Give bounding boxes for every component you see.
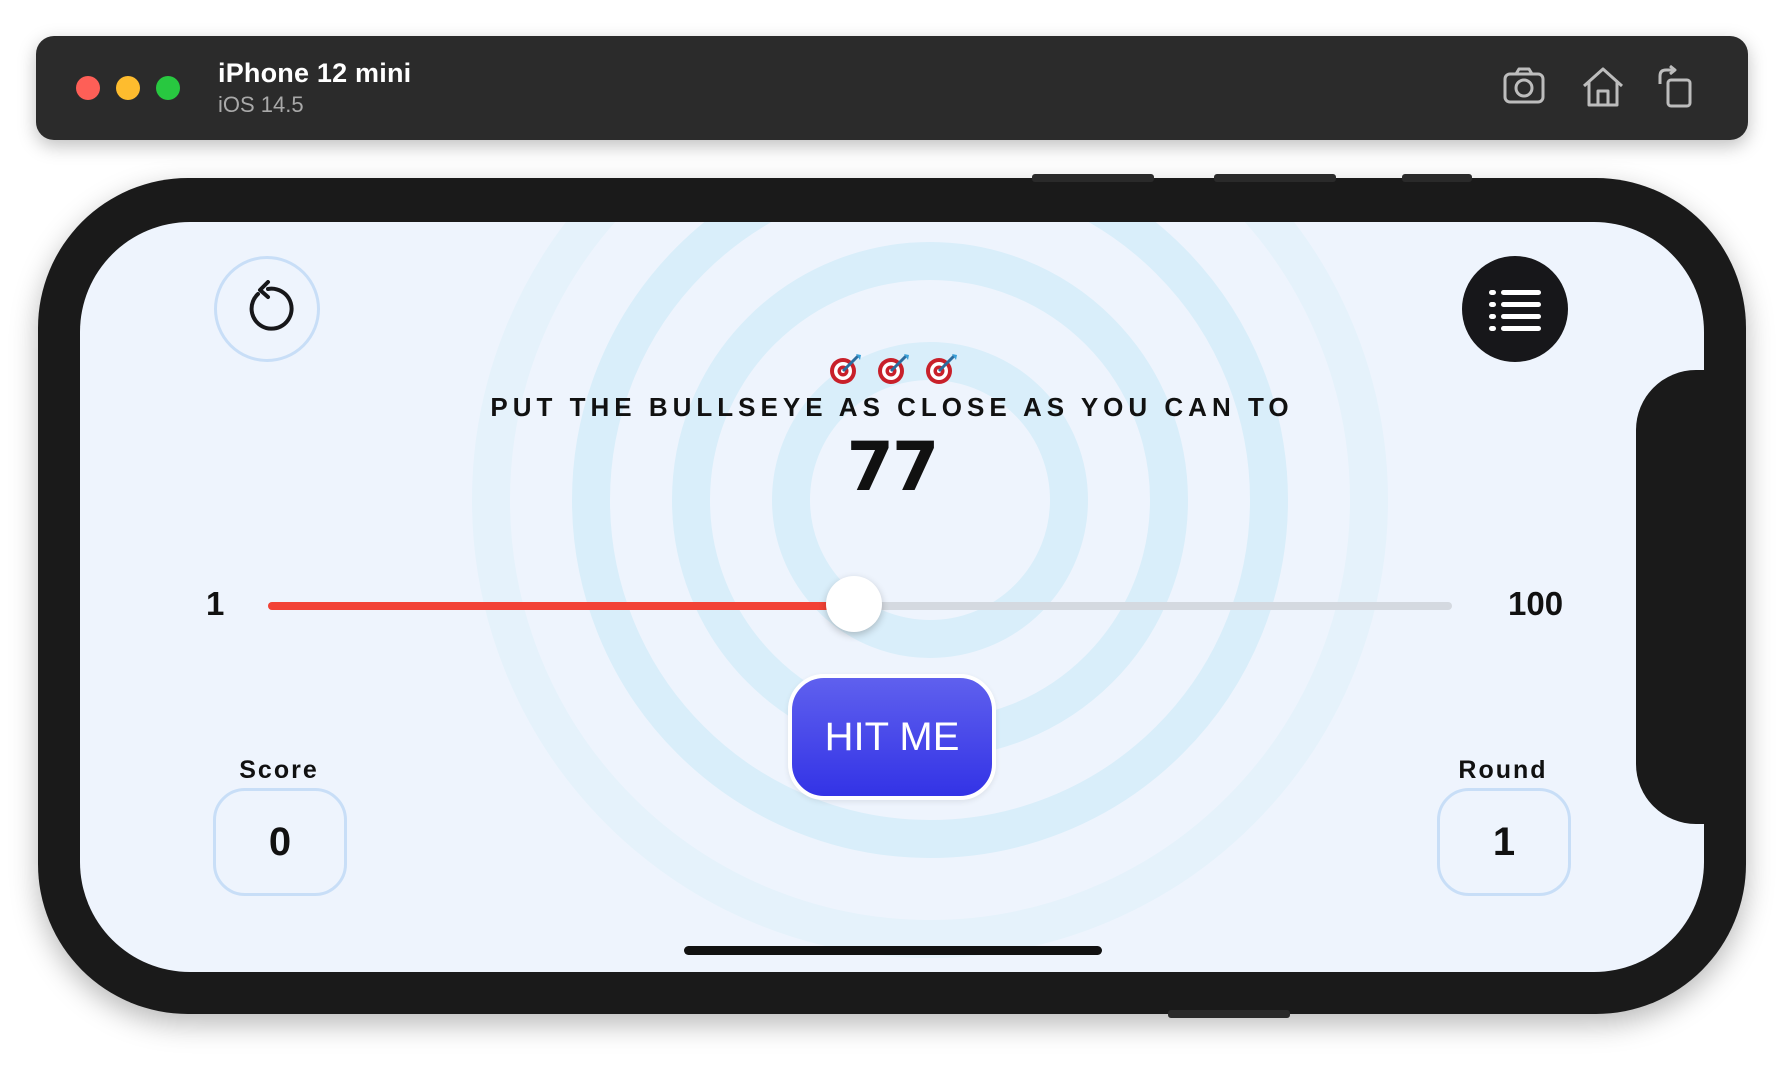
restart-button[interactable] [214, 256, 320, 362]
screenshot-icon[interactable] [1502, 64, 1548, 110]
os-version: iOS 14.5 [218, 92, 304, 117]
target-icons [828, 352, 958, 386]
device-name: iPhone 12 mini [218, 58, 412, 88]
round-label: Round [1458, 756, 1548, 784]
home-indicator [684, 946, 1102, 955]
zoom-window-button[interactable] [156, 76, 180, 100]
score-value: 0 [213, 788, 347, 896]
home-icon[interactable] [1580, 64, 1626, 110]
slider-fill [268, 602, 855, 610]
minimize-window-button[interactable] [116, 76, 140, 100]
silent-switch [1402, 174, 1472, 182]
score-label: Score [239, 756, 319, 784]
target-icon [878, 354, 909, 384]
power-button [1168, 1010, 1290, 1018]
round-value: 1 [1437, 788, 1571, 896]
volume-down-button [1214, 174, 1336, 182]
leaderboard-button[interactable] [1462, 256, 1568, 362]
slider-min-label: 1 [206, 585, 225, 622]
instruction-text: PUT THE BULLSEYE AS CLOSE AS YOU CAN TO [490, 392, 1294, 422]
target-icon [830, 354, 861, 384]
slider-thumb[interactable] [826, 576, 883, 632]
hit-me-button[interactable]: HIT ME [788, 674, 996, 800]
rotate-icon[interactable] [1654, 64, 1700, 110]
slider-max-label: 100 [1508, 585, 1564, 622]
target-value: 77 [846, 428, 940, 507]
leaderboard-icon [1489, 290, 1541, 331]
target-icon [926, 354, 957, 384]
close-window-button[interactable] [76, 76, 100, 100]
volume-up-button [1032, 174, 1154, 182]
restart-icon [249, 280, 294, 331]
